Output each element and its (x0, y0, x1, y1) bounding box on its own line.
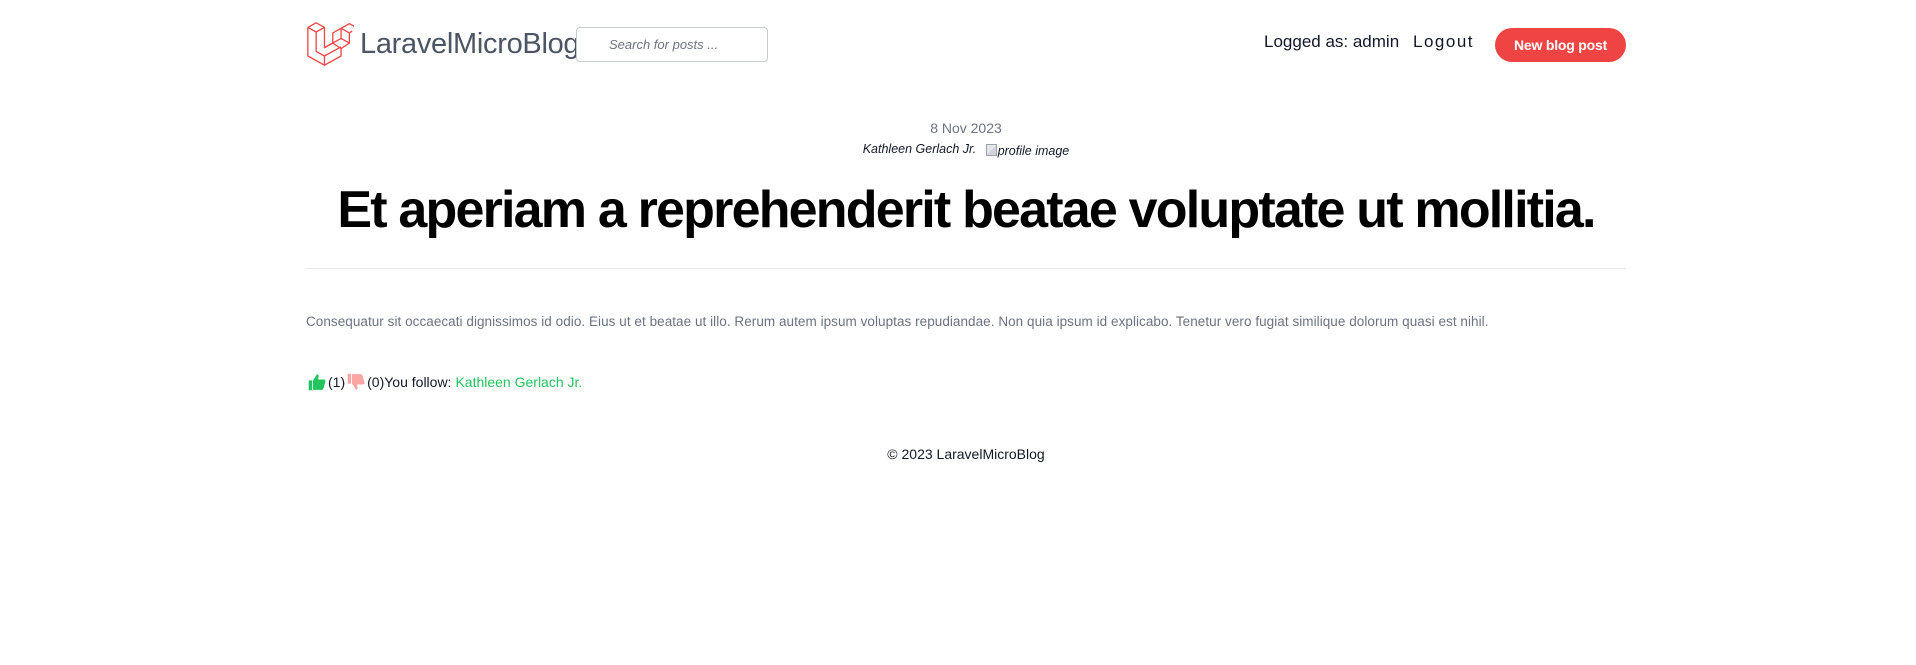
logout-link[interactable]: Logout (1413, 32, 1474, 52)
post-date: 8 Nov 2023 (930, 120, 1002, 136)
profile-image-alt: profile image (997, 144, 1070, 158)
post-body: Consequatur sit occaecati dignissimos id… (306, 314, 1489, 329)
like-count: (1) (328, 374, 346, 390)
copyright-text: © 2023 LaravelMicroBlog (887, 446, 1045, 462)
site-footer: © 2023 LaravelMicroBlog (306, 446, 1626, 462)
home-logo-link[interactable]: LaravelMicroBlog (306, 20, 580, 68)
title-divider (306, 268, 1626, 269)
search-input[interactable] (576, 27, 768, 62)
post-title: Et aperiam a reprehenderit beatae volupt… (337, 181, 1596, 239)
post-author-row: Kathleen Gerlach Jr. profile image (306, 142, 1626, 158)
thumbs-down-icon[interactable] (345, 372, 367, 392)
site-header: LaravelMicroBlog Logged as: admin Logout… (306, 0, 1626, 90)
post-author: Kathleen Gerlach Jr. (862, 142, 977, 156)
reactions-row: (1) (0) You follow: Kathleen Gerlach Jr. (306, 372, 582, 392)
laravel-logo-icon (307, 22, 354, 66)
profile-image: profile image (985, 144, 1070, 158)
logged-in-user: Logged as: admin (1264, 32, 1400, 51)
broken-image-icon (985, 144, 997, 156)
page-container: LaravelMicroBlog Logged as: admin Logout… (306, 0, 1626, 462)
follow-label: You follow: (384, 374, 452, 390)
thumbs-up-icon[interactable] (306, 372, 328, 392)
dislike-count: (0) (367, 374, 385, 390)
brand-name: LaravelMicroBlog (360, 28, 580, 60)
new-blog-post-button[interactable]: New blog post (1495, 28, 1626, 62)
followed-author-link[interactable]: Kathleen Gerlach Jr. (455, 374, 582, 390)
